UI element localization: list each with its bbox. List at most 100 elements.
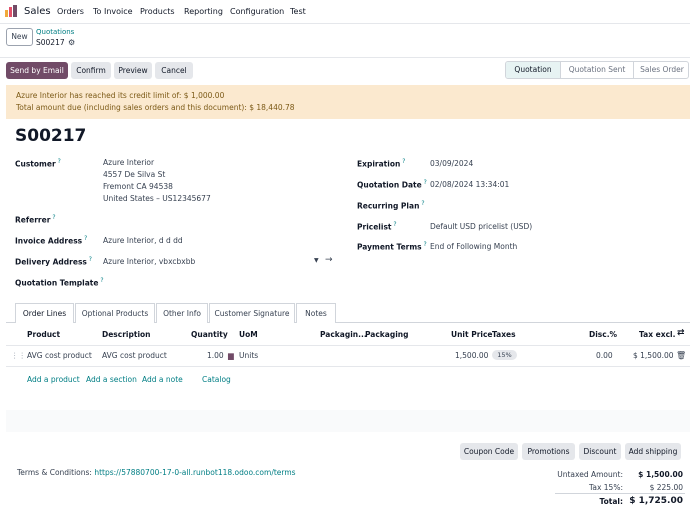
payment-terms-field[interactable]: End of Following Month bbox=[430, 242, 517, 251]
expiration-label: Expiration ? bbox=[357, 158, 406, 169]
sales-app-icon[interactable] bbox=[5, 5, 18, 17]
tax-badge[interactable]: 15% bbox=[492, 350, 517, 360]
column-tax-excl[interactable]: Tax excl. bbox=[639, 330, 675, 339]
help-icon[interactable]: ? bbox=[87, 256, 92, 263]
row-quantity[interactable]: 1.00 bbox=[207, 351, 224, 360]
action-bar: Send by Email Confirm Preview Cancel Quo… bbox=[0, 58, 690, 84]
warning-line-2: Total amount due (including sales orders… bbox=[16, 103, 295, 112]
pricelist-field[interactable]: Default USD pricelist (USD) bbox=[430, 222, 532, 231]
payment-terms-label: Payment Terms ? bbox=[357, 241, 427, 252]
cancel-button[interactable]: Cancel bbox=[155, 62, 193, 79]
menu-reporting[interactable]: Reporting bbox=[184, 7, 223, 16]
column-quantity[interactable]: Quantity bbox=[191, 330, 228, 339]
stage-sales-order[interactable]: Sales Order bbox=[634, 62, 688, 78]
confirm-button[interactable]: Confirm bbox=[71, 62, 111, 79]
column-settings-icon[interactable]: ⇄ bbox=[677, 328, 685, 338]
top-navbar: Sales Orders To Invoice Products Reporti… bbox=[0, 0, 690, 24]
add-note-link[interactable]: Add a note bbox=[142, 375, 183, 384]
add-product-link[interactable]: Add a product bbox=[27, 375, 80, 384]
coupon-code-button[interactable]: Coupon Code bbox=[460, 443, 518, 460]
discount-button[interactable]: Discount bbox=[579, 443, 621, 460]
delete-icon[interactable]: 🗑 bbox=[676, 351, 686, 360]
row-uom[interactable]: Units bbox=[239, 351, 258, 360]
help-icon[interactable]: ? bbox=[82, 235, 87, 242]
record-name: S00217 bbox=[36, 38, 65, 47]
help-icon[interactable]: ? bbox=[422, 241, 427, 248]
tab-order-lines[interactable]: Order Lines bbox=[15, 303, 74, 323]
tab-other-info[interactable]: Other Info bbox=[156, 303, 208, 323]
help-icon[interactable]: ? bbox=[50, 214, 55, 221]
terms-and-conditions: Terms & Conditions: https://57880700-17-… bbox=[17, 468, 296, 477]
customer-name: Azure Interior bbox=[103, 158, 155, 167]
arrow-right-icon[interactable]: → bbox=[325, 255, 333, 265]
menu-orders[interactable]: Orders bbox=[57, 7, 84, 16]
control-panel: New Quotations S00217 ⚙ bbox=[0, 24, 690, 58]
row-discount[interactable]: 0.00 bbox=[596, 351, 613, 360]
tab-optional-products[interactable]: Optional Products bbox=[75, 303, 155, 323]
customer-address-line: 4557 De Silva St bbox=[103, 170, 166, 179]
column-packaging[interactable]: Packaging bbox=[365, 330, 409, 339]
help-icon[interactable]: ? bbox=[392, 221, 396, 228]
breadcrumb-quotations[interactable]: Quotations bbox=[36, 28, 74, 36]
customer-label: Customer ? bbox=[15, 158, 61, 169]
new-button[interactable]: New bbox=[6, 28, 33, 46]
invoice-address-field[interactable]: Azure Interior, d d dd bbox=[103, 236, 183, 245]
warning-line-1: Azure Interior has reached its credit li… bbox=[16, 91, 225, 100]
dropdown-caret-icon[interactable]: ▼ bbox=[314, 257, 319, 264]
column-product[interactable]: Product bbox=[27, 330, 60, 339]
row-unit-price[interactable]: 1,500.00 bbox=[455, 351, 488, 360]
table-footer-band bbox=[6, 410, 690, 432]
help-icon[interactable]: ? bbox=[419, 200, 424, 207]
delivery-address-field[interactable]: Azure Interior, vbxcbxbb bbox=[103, 257, 195, 266]
menu-products[interactable]: Products bbox=[140, 7, 175, 16]
stage-quotation[interactable]: Quotation bbox=[506, 62, 560, 78]
total-label: Total: bbox=[599, 497, 624, 506]
gear-icon[interactable]: ⚙ bbox=[68, 38, 75, 47]
tab-customer-signature[interactable]: Customer Signature bbox=[209, 303, 295, 323]
column-unit-price[interactable]: Unit Price bbox=[451, 330, 493, 339]
untaxed-label: Untaxed Amount: bbox=[557, 470, 623, 479]
quotation-date-field[interactable]: 02/08/2024 13:34:01 bbox=[430, 180, 509, 189]
menu-test[interactable]: Test bbox=[290, 7, 306, 16]
column-taxes[interactable]: Taxes bbox=[492, 330, 516, 339]
quotation-date-label: Quotation Date ? bbox=[357, 179, 427, 190]
status-bar: Quotation Quotation Sent Sales Order bbox=[505, 61, 689, 79]
help-icon[interactable]: ? bbox=[98, 277, 103, 284]
totals-divider bbox=[555, 493, 685, 494]
help-icon[interactable]: ? bbox=[400, 158, 405, 165]
row-product[interactable]: AVG cost product bbox=[27, 351, 92, 360]
tax-value: $ 225.00 bbox=[649, 483, 683, 492]
menu-configuration[interactable]: Configuration bbox=[230, 7, 284, 16]
promotions-button[interactable]: Promotions bbox=[522, 443, 575, 460]
column-uom[interactable]: UoM bbox=[239, 330, 258, 339]
help-icon[interactable]: ? bbox=[422, 179, 427, 186]
preview-button[interactable]: Preview bbox=[114, 62, 152, 79]
stage-quotation-sent[interactable]: Quotation Sent bbox=[561, 62, 633, 78]
menu-to-invoice[interactable]: To Invoice bbox=[93, 7, 133, 16]
total-value: $ 1,725.00 bbox=[629, 496, 683, 506]
add-section-link[interactable]: Add a section bbox=[86, 375, 137, 384]
forecast-chart-icon[interactable]: ▆ bbox=[228, 351, 234, 360]
row-description[interactable]: AVG cost product bbox=[102, 351, 167, 360]
drag-handle-icon[interactable]: ⋮⋮ bbox=[11, 351, 26, 360]
invoice-address-label: Invoice Address ? bbox=[15, 235, 88, 246]
column-packaging-qty[interactable]: Packagin... bbox=[320, 330, 367, 339]
column-discount[interactable]: Disc.% bbox=[589, 330, 617, 339]
tax-label: Tax 15%: bbox=[589, 483, 623, 492]
app-name[interactable]: Sales bbox=[24, 6, 51, 17]
column-description[interactable]: Description bbox=[102, 330, 151, 339]
tab-notes[interactable]: Notes bbox=[296, 303, 336, 323]
delivery-address-label: Delivery Address ? bbox=[15, 256, 92, 267]
terms-label: Terms & Conditions: bbox=[17, 468, 95, 477]
customer-field[interactable]: Azure Interior 4557 De Silva St Fremont … bbox=[103, 157, 211, 205]
notebook-tabs: Order Lines Optional Products Other Info… bbox=[6, 301, 690, 323]
page-title: S00217 bbox=[15, 126, 87, 146]
add-shipping-button[interactable]: Add shipping bbox=[625, 443, 681, 460]
recurring-plan-label: Recurring Plan ? bbox=[357, 200, 425, 211]
row-subtotal: $ 1,500.00 bbox=[633, 351, 674, 360]
send-by-email-button[interactable]: Send by Email bbox=[6, 62, 68, 79]
help-icon[interactable]: ? bbox=[56, 158, 61, 165]
expiration-field[interactable]: 03/09/2024 bbox=[430, 159, 473, 168]
catalog-link[interactable]: Catalog bbox=[202, 375, 231, 384]
terms-link[interactable]: https://57880700-17-0-all.runbot118.odoo… bbox=[94, 468, 295, 477]
